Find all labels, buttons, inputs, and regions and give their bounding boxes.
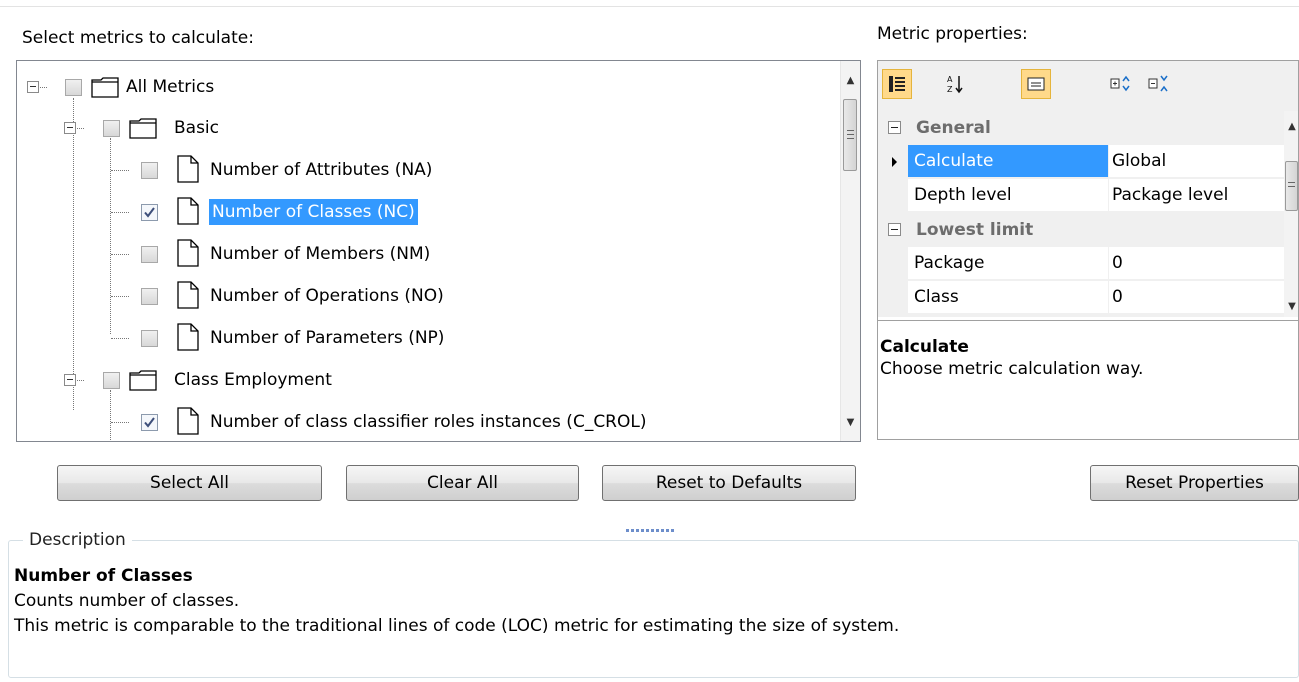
scroll-thumb[interactable]: [1285, 161, 1298, 211]
clear-all-button[interactable]: Clear All: [346, 465, 579, 501]
description-title: Number of Classes: [14, 566, 193, 586]
description-caption: Description: [23, 530, 132, 550]
property-grid[interactable]: AZ General Calculate Global Depth level …: [877, 60, 1299, 440]
document-icon: [177, 407, 199, 435]
tree-line: [111, 296, 129, 297]
tree-item-all-metrics[interactable]: All Metrics: [123, 74, 217, 100]
checkbox-c-crol[interactable]: [141, 414, 158, 431]
description-line-1: Counts number of classes.: [14, 591, 240, 611]
categorized-icon[interactable]: [882, 69, 912, 99]
select-all-button[interactable]: Select All: [57, 465, 322, 501]
checkbox-no[interactable]: [141, 288, 158, 305]
scroll-up-icon[interactable]: ▲: [841, 71, 860, 89]
property-name[interactable]: Depth level: [908, 179, 1108, 212]
checkbox-np[interactable]: [141, 330, 158, 347]
collapse-icon[interactable]: [64, 122, 76, 134]
checkbox-nm[interactable]: [141, 246, 158, 263]
expand-all-icon[interactable]: [1106, 69, 1136, 99]
tree-item-no[interactable]: Number of Operations (NO): [207, 283, 447, 309]
tree-line: [110, 138, 111, 334]
document-icon: [177, 239, 199, 267]
top-separator: [0, 6, 1299, 7]
tree-line: [111, 170, 129, 171]
tree-line: [110, 390, 111, 441]
help-text: Choose metric calculation way.: [880, 359, 1144, 379]
current-row-icon: [892, 157, 897, 167]
folder-icon: [91, 77, 119, 98]
tree-line: [111, 254, 129, 255]
tree-item-nc[interactable]: Number of Classes (NC): [209, 199, 418, 225]
property-row-calculate[interactable]: Calculate Global: [878, 145, 1284, 179]
checkbox-class-employment[interactable]: [103, 372, 120, 389]
property-scrollbar[interactable]: ▲ ▼: [1284, 111, 1298, 317]
reset-properties-button[interactable]: Reset Properties: [1090, 465, 1299, 501]
metrics-tree[interactable]: All Metrics Basic Number of Attributes (…: [16, 60, 861, 442]
property-pages-icon[interactable]: [1021, 69, 1051, 99]
document-icon: [177, 281, 199, 309]
scroll-down-icon[interactable]: ▼: [841, 413, 860, 431]
property-name[interactable]: Calculate: [908, 145, 1108, 178]
checkbox-basic[interactable]: [103, 120, 120, 137]
property-name[interactable]: Class: [908, 281, 1108, 314]
checkbox-nc[interactable]: [141, 204, 158, 221]
tree-item-class-employment[interactable]: Class Employment: [171, 367, 335, 393]
property-grid-rows: General Calculate Global Depth level Pac…: [878, 111, 1284, 317]
document-icon: [177, 323, 199, 351]
tree-item-np[interactable]: Number of Parameters (NP): [207, 325, 447, 351]
collapse-icon[interactable]: [27, 81, 39, 93]
folder-icon: [129, 370, 157, 391]
category-general[interactable]: General: [878, 111, 1284, 145]
property-value[interactable]: Global: [1109, 145, 1284, 178]
splitter-grip[interactable]: [626, 517, 698, 532]
scroll-down-icon[interactable]: ▼: [1284, 297, 1298, 315]
scroll-thumb[interactable]: [843, 99, 857, 171]
tree-item-c-crol[interactable]: Number of class classifier roles instanc…: [207, 409, 649, 435]
properties-caption: Metric properties:: [877, 24, 1028, 44]
property-value[interactable]: Package level: [1109, 179, 1284, 212]
tree-line: [111, 338, 129, 339]
metrics-caption: Select metrics to calculate:: [22, 28, 254, 48]
tree-line: [111, 422, 129, 423]
checkbox-na[interactable]: [141, 162, 158, 179]
property-toolbar: AZ: [878, 61, 1298, 111]
tree-item-basic[interactable]: Basic: [171, 115, 222, 141]
tree-line: [73, 98, 74, 410]
collapse-icon[interactable]: [888, 223, 901, 236]
reset-to-defaults-button[interactable]: Reset to Defaults: [602, 465, 856, 501]
category-label: General: [916, 118, 991, 138]
tree-item-nm[interactable]: Number of Members (NM): [207, 241, 433, 267]
document-icon: [177, 155, 199, 183]
tree-line: [111, 212, 129, 213]
collapse-all-icon[interactable]: [1144, 69, 1174, 99]
checkbox-all-metrics[interactable]: [65, 79, 82, 96]
folder-icon: [129, 118, 157, 139]
collapse-icon[interactable]: [888, 121, 901, 134]
property-row-depth-level[interactable]: Depth level Package level: [878, 179, 1284, 213]
help-divider: [878, 320, 1298, 321]
svg-text:Z: Z: [947, 85, 953, 94]
property-value[interactable]: 0: [1109, 247, 1284, 280]
tree-scrollbar[interactable]: ▲ ▼: [840, 61, 860, 441]
scroll-up-icon[interactable]: ▲: [1284, 117, 1298, 135]
category-label: Lowest limit: [916, 220, 1034, 240]
property-row-package[interactable]: Package 0: [878, 247, 1284, 281]
alphabetical-icon[interactable]: AZ: [940, 69, 970, 99]
property-name[interactable]: Package: [908, 247, 1108, 280]
svg-text:A: A: [947, 75, 953, 84]
property-value[interactable]: 0: [1109, 281, 1284, 314]
category-lowest-limit[interactable]: Lowest limit: [878, 213, 1284, 247]
help-title: Calculate: [880, 337, 969, 357]
tree-item-na[interactable]: Number of Attributes (NA): [207, 157, 435, 183]
description-line-2: This metric is comparable to the traditi…: [14, 616, 900, 636]
document-icon: [177, 197, 199, 225]
property-row-class[interactable]: Class 0: [878, 281, 1284, 315]
collapse-icon[interactable]: [64, 374, 76, 386]
